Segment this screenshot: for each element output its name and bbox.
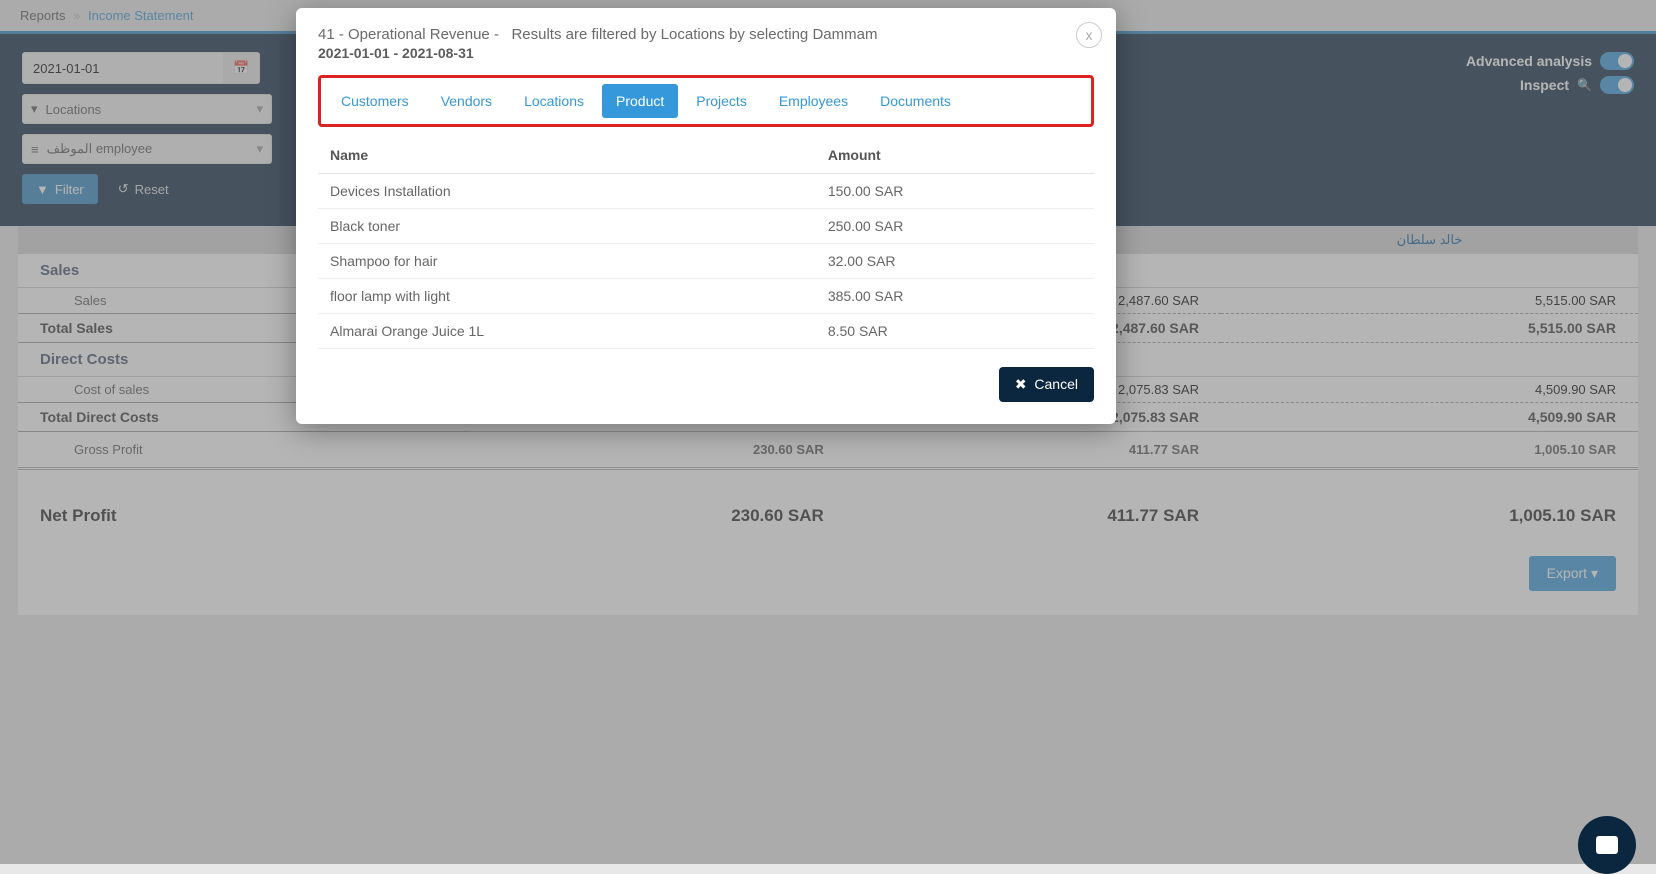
tab-projects[interactable]: Projects [682, 84, 761, 118]
cell-name: floor lamp with light [318, 279, 816, 314]
cell-amount: 250.00 SAR [816, 209, 1094, 244]
close-icon: x [1086, 27, 1093, 43]
chat-bubble[interactable] [1578, 816, 1636, 874]
tab-employees[interactable]: Employees [765, 84, 862, 118]
tab-list: CustomersVendorsLocationsProductProjects… [318, 75, 1094, 127]
x-icon: ✖ [1015, 376, 1027, 392]
th-amount: Amount [816, 137, 1094, 174]
modal-title: 41 - Operational Revenue - Results are f… [318, 26, 1094, 43]
th-name: Name [318, 137, 816, 174]
cell-amount: 8.50 SAR [816, 314, 1094, 349]
cell-amount: 150.00 SAR [816, 174, 1094, 209]
cell-name: Shampoo for hair [318, 244, 816, 279]
close-button[interactable]: x [1076, 22, 1102, 48]
cell-name: Devices Installation [318, 174, 816, 209]
table-row[interactable]: Almarai Orange Juice 1L8.50 SAR [318, 314, 1094, 349]
cell-amount: 385.00 SAR [816, 279, 1094, 314]
cancel-button[interactable]: ✖ Cancel [999, 367, 1094, 402]
table-row[interactable]: Black toner250.00 SAR [318, 209, 1094, 244]
tab-customers[interactable]: Customers [327, 84, 423, 118]
cell-name: Black toner [318, 209, 816, 244]
tab-locations[interactable]: Locations [510, 84, 598, 118]
chat-icon [1596, 836, 1618, 854]
table-row[interactable]: floor lamp with light385.00 SAR [318, 279, 1094, 314]
revenue-modal: x 41 - Operational Revenue - Results are… [296, 8, 1116, 424]
modal-daterange: 2021-01-01 - 2021-08-31 [318, 45, 1094, 61]
tab-product[interactable]: Product [602, 84, 678, 118]
product-table: Name Amount Devices Installation150.00 S… [318, 137, 1094, 349]
tab-documents[interactable]: Documents [866, 84, 965, 118]
table-row[interactable]: Devices Installation150.00 SAR [318, 174, 1094, 209]
cell-name: Almarai Orange Juice 1L [318, 314, 816, 349]
tab-vendors[interactable]: Vendors [427, 84, 506, 118]
table-row[interactable]: Shampoo for hair32.00 SAR [318, 244, 1094, 279]
cell-amount: 32.00 SAR [816, 244, 1094, 279]
